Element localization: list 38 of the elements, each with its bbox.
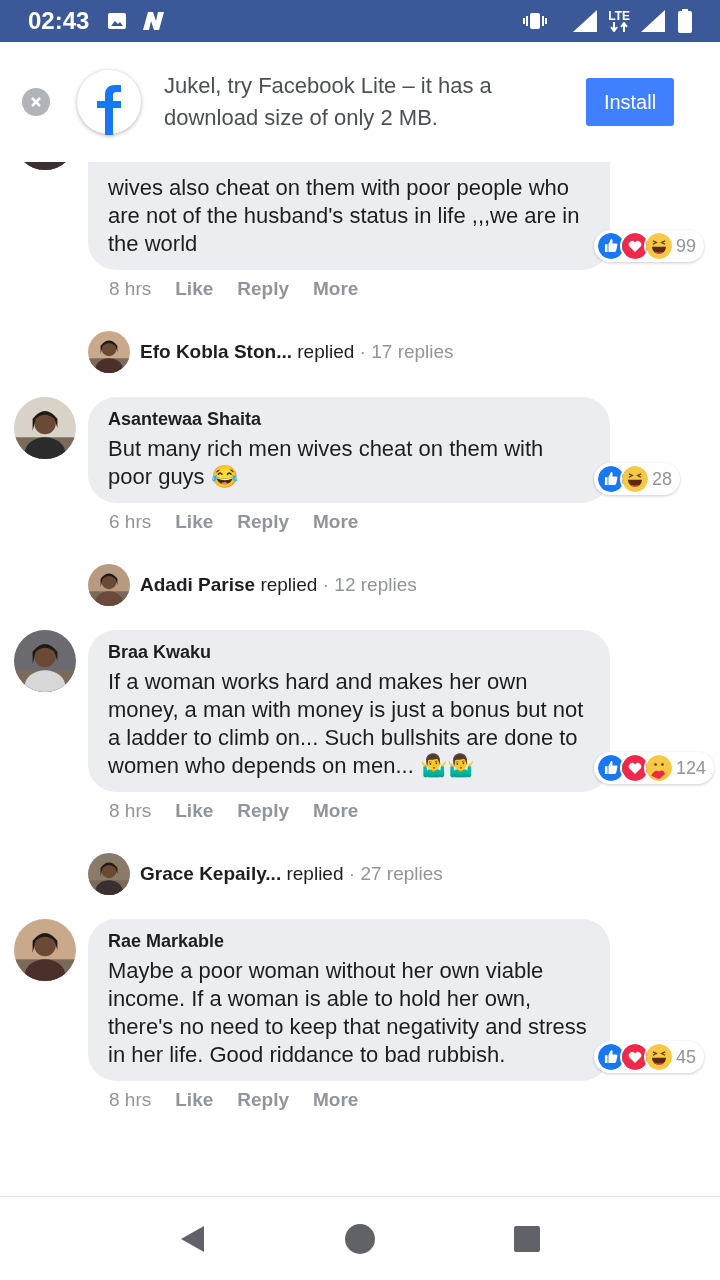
- comment-text: But many rich men wives cheat on them with poor guys 😂: [108, 435, 545, 491]
- author-name[interactable]: Braa Kwaku: [108, 640, 590, 664]
- timestamp: 8 hrs: [109, 276, 152, 301]
- comment-action-link[interactable]: Reply: [237, 796, 290, 826]
- comment-action-link[interactable]: More: [313, 274, 359, 304]
- comment-action-link[interactable]: Reply: [237, 1085, 290, 1115]
- reaction-pill[interactable]: 124: [594, 752, 715, 784]
- author-name[interactable]: Rae Markable: [108, 929, 590, 953]
- clock-time: 02:43: [28, 6, 90, 36]
- timestamp: 6 hrs: [109, 509, 152, 534]
- comment-action-link[interactable]: More: [313, 796, 359, 826]
- reaction-pill[interactable]: 99: [594, 230, 705, 262]
- comment-text: If a woman works hard and makes her own money, a man with money is just a bonus but not a ladder to climb on... Such bullshits are done to women who depends on men... 🤷‍♂🤷‍♂: [108, 668, 585, 780]
- replies-link[interactable]: Adadi Parise replied · 12 replies: [140, 570, 417, 600]
- comment-text: wives also cheat on them with poor people who are not of the husband's status in life ,,,we are in the world: [108, 174, 581, 258]
- reaction-count: 99: [676, 234, 697, 258]
- author-name[interactable]: Asantewaa Shaita: [108, 407, 590, 431]
- timestamp: 8 hrs: [109, 798, 152, 823]
- reaction-pill[interactable]: 45: [594, 1041, 705, 1073]
- reaction-pill[interactable]: 28: [594, 463, 681, 495]
- comment-action-link[interactable]: More: [313, 507, 359, 537]
- reaction-count: 45: [676, 1045, 697, 1069]
- timestamp: 8 hrs: [109, 1087, 152, 1112]
- comment-action-link[interactable]: Like: [175, 1085, 214, 1115]
- install-button[interactable]: Install: [586, 78, 674, 126]
- reaction-count: 124: [676, 756, 707, 780]
- replies-link[interactable]: Grace Kepaily... replied · 27 replies: [140, 859, 443, 889]
- comment-action-link[interactable]: Like: [175, 274, 214, 304]
- comment-action-link[interactable]: Reply: [237, 274, 290, 304]
- comment-action-link[interactable]: Reply: [237, 507, 290, 537]
- reaction-count: 28: [652, 467, 673, 491]
- comment-action-link[interactable]: Like: [175, 796, 214, 826]
- banner-message: Jukel, try Facebook Lite – it has a download size of only 2 MB.: [164, 72, 493, 132]
- comment-action-link[interactable]: Like: [175, 507, 214, 537]
- replies-link[interactable]: Efo Kobla Ston... replied · 17 replies: [140, 337, 454, 367]
- comment-text: Maybe a poor woman without her own viable income. If a woman is able to hold her own, there's no need to keep that negativity and stress in her life. Good riddance to bad rubbish.: [108, 957, 588, 1069]
- comment-action-link[interactable]: More: [313, 1085, 359, 1115]
- network-type: LTE: [608, 10, 630, 32]
